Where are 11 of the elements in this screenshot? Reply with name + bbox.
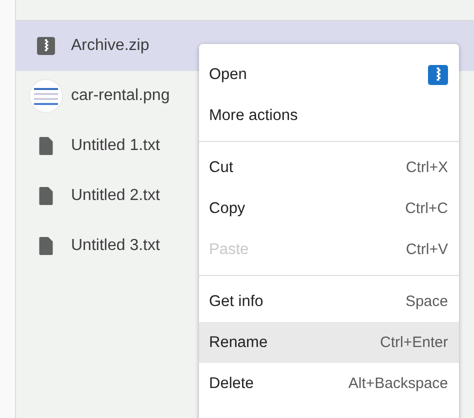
file-name: Untitled 3.txt: [71, 237, 160, 255]
file-name: Untitled 1.txt: [71, 137, 160, 155]
shortcut-label: Ctrl+Enter: [380, 334, 448, 351]
shortcut-label: Space: [405, 293, 448, 310]
shortcut-label: Alt+Backspace: [348, 375, 448, 392]
shortcut-label: Ctrl+C: [405, 200, 448, 217]
file-name: car-rental.png: [71, 87, 170, 105]
file-name: Archive.zip: [71, 37, 150, 55]
file-name: Untitled 2.txt: [71, 187, 160, 205]
shortcut-label: Ctrl+X: [406, 159, 448, 176]
shortcut-label: Ctrl+V: [406, 241, 448, 258]
